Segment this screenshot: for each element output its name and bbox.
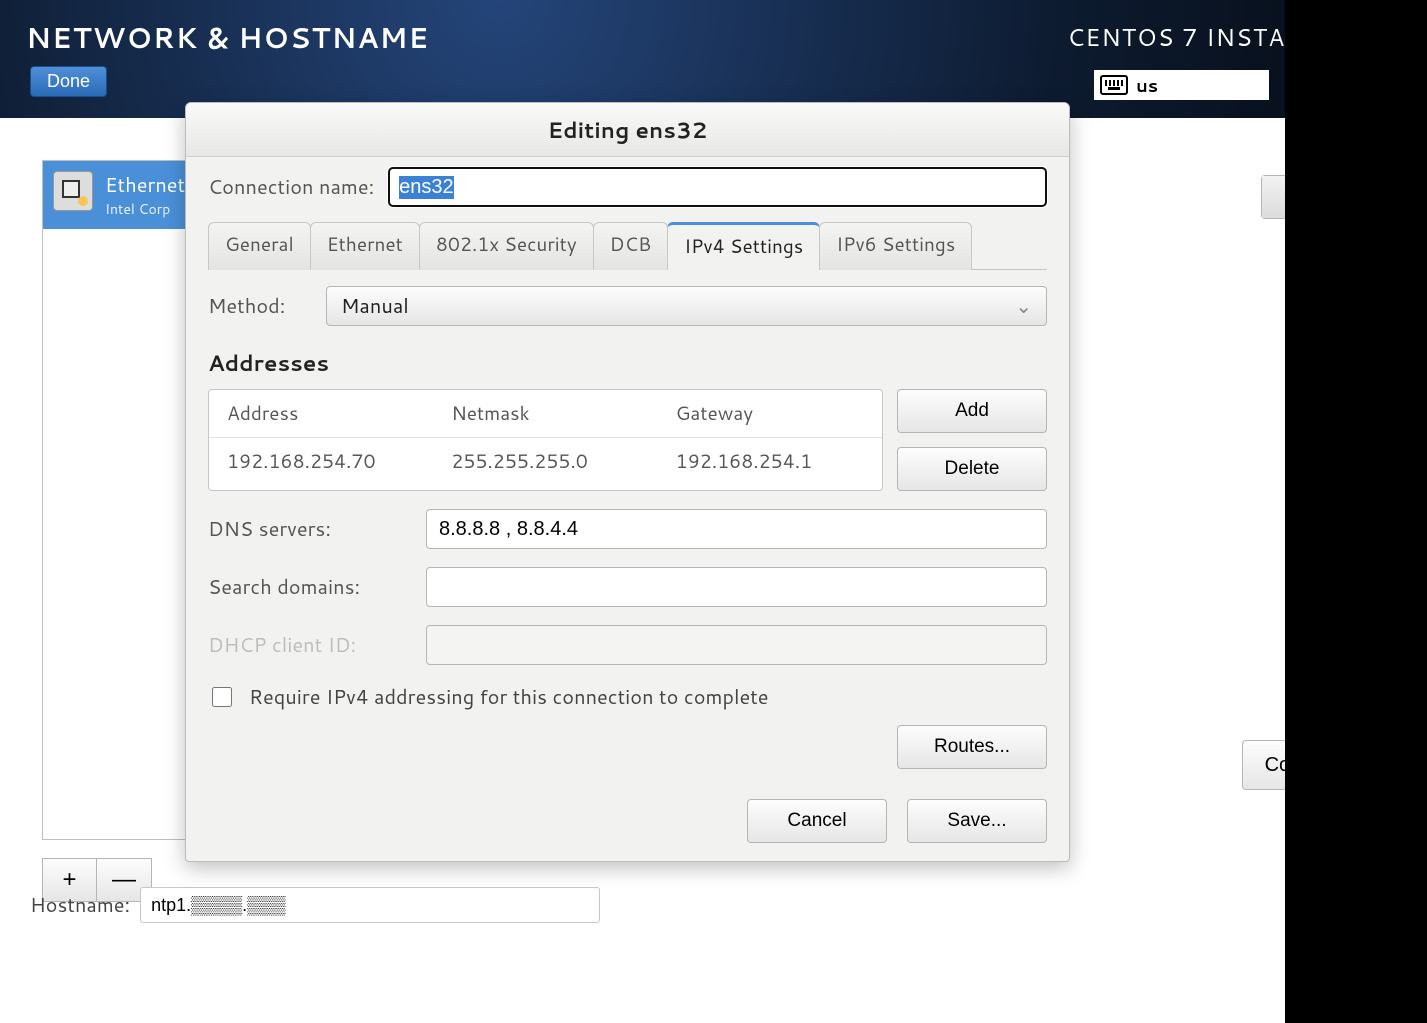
method-label: Method:	[208, 292, 308, 320]
dhcp-client-id-row: DHCP client ID:	[208, 625, 1047, 665]
save-button[interactable]: Save...	[907, 799, 1047, 843]
dialog-title: Editing ens32	[186, 103, 1069, 157]
done-button[interactable]: Done	[30, 66, 107, 97]
col-address: Address	[209, 390, 433, 437]
addresses-table[interactable]: Address Netmask Gateway 192.168.254.70 2…	[208, 389, 883, 491]
routes-button[interactable]: Routes...	[897, 725, 1047, 769]
connection-name-label: Connection name:	[208, 173, 374, 201]
page-title: NETWORK & HOSTNAME	[26, 18, 429, 58]
dialog-actions: Cancel Save...	[186, 785, 1069, 861]
tab-8021x[interactable]: 802.1x Security	[419, 222, 594, 270]
ethernet-icon	[53, 171, 93, 211]
col-netmask: Netmask	[433, 390, 657, 437]
search-domains-input[interactable]	[426, 567, 1047, 607]
search-domains-label: Search domains:	[208, 573, 408, 601]
method-value: Manual	[341, 292, 409, 320]
connection-name-row: Connection name:	[208, 167, 1047, 207]
tab-dcb[interactable]: DCB	[593, 222, 669, 270]
cell-netmask: 255.255.255.0	[433, 438, 657, 485]
hostname-label: Hostname:	[30, 891, 130, 919]
delete-address-button[interactable]: Delete	[897, 447, 1047, 491]
method-select[interactable]: Manual ⌄	[326, 286, 1047, 326]
keyboard-icon	[1100, 75, 1128, 95]
addresses-buttons: Add Delete	[897, 389, 1047, 491]
dns-input[interactable]	[426, 509, 1047, 549]
cell-gateway: 192.168.254.1	[658, 438, 882, 485]
addresses-data-row[interactable]: 192.168.254.70 255.255.255.0 192.168.254…	[209, 438, 882, 485]
method-row: Method: Manual ⌄	[208, 286, 1047, 326]
keyboard-layout-label: us	[1136, 72, 1158, 98]
addresses-heading: Addresses	[208, 348, 1047, 379]
right-strip	[1285, 0, 1427, 1023]
add-address-button[interactable]: Add	[897, 389, 1047, 433]
connection-name-input[interactable]	[388, 167, 1047, 207]
search-domains-row: Search domains:	[208, 567, 1047, 607]
installer-header: NETWORK & HOSTNAME CENTOS 7 INSTALLATION…	[0, 0, 1427, 118]
require-ipv4-checkbox[interactable]	[212, 687, 232, 707]
interface-name: Ethernet	[105, 171, 185, 199]
dhcp-client-id-label: DHCP client ID:	[208, 631, 408, 659]
dhcp-client-id-input	[426, 625, 1047, 665]
hostname-row: Hostname:	[30, 887, 600, 923]
cell-address: 192.168.254.70	[209, 438, 433, 485]
chevron-down-icon: ⌄	[1015, 292, 1032, 320]
keyboard-layout-indicator[interactable]: us	[1094, 70, 1269, 100]
tab-ipv6[interactable]: IPv6 Settings	[819, 222, 972, 270]
dns-label: DNS servers:	[208, 515, 408, 543]
dialog-tabs: General Ethernet 802.1x Security DCB IPv…	[208, 221, 1047, 270]
addresses-header-row: Address Netmask Gateway	[209, 390, 882, 438]
interface-text: Ethernet Intel Corp	[105, 171, 185, 219]
dns-row: DNS servers:	[208, 509, 1047, 549]
tab-ethernet[interactable]: Ethernet	[310, 222, 420, 270]
require-ipv4-row: Require IPv4 addressing for this connect…	[208, 683, 1047, 711]
cancel-button[interactable]: Cancel	[747, 799, 887, 843]
hostname-input[interactable]	[140, 887, 600, 923]
require-ipv4-label: Require IPv4 addressing for this connect…	[249, 683, 769, 711]
interface-vendor: Intel Corp	[105, 199, 185, 219]
tab-general[interactable]: General	[208, 222, 311, 270]
col-gateway: Gateway	[658, 390, 882, 437]
tab-ipv4[interactable]: IPv4 Settings	[667, 222, 820, 270]
addresses-block: Address Netmask Gateway 192.168.254.70 2…	[208, 389, 1047, 491]
edit-connection-dialog: Editing ens32 Connection name: General E…	[185, 102, 1070, 862]
